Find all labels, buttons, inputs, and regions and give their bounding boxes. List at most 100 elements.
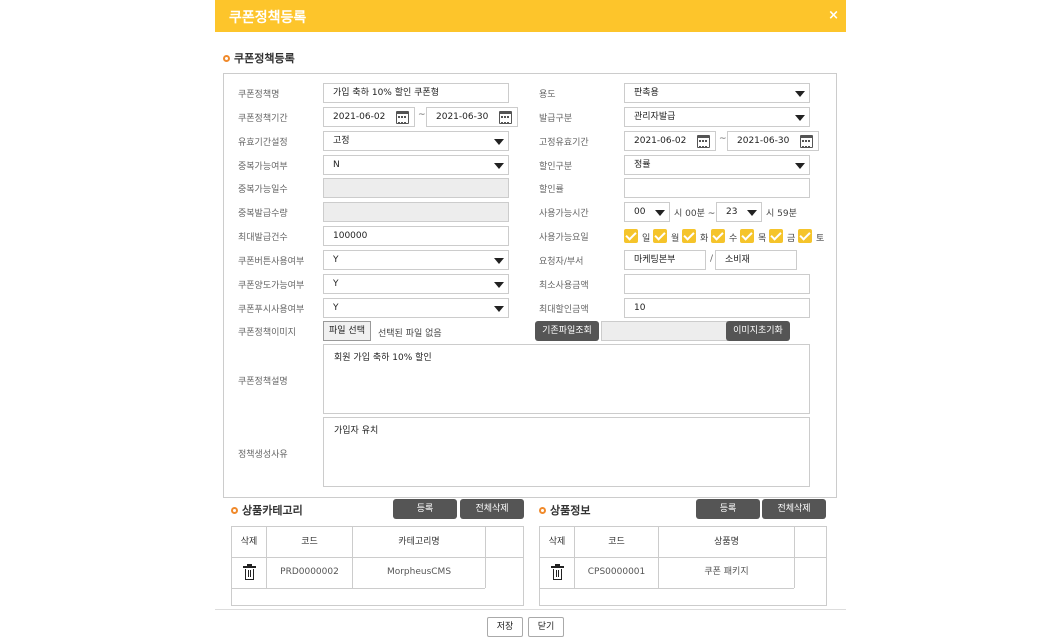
section-title-text: 쿠폰정책등록 — [234, 52, 295, 65]
close-button[interactable]: 닫기 — [528, 617, 564, 637]
time-from-suffix: 시 00분 ~ — [674, 209, 716, 219]
reason-textarea[interactable]: 가입자 유치 — [323, 417, 810, 487]
btn-use-select[interactable]: Y — [323, 250, 509, 270]
max-discount-input[interactable]: 10 — [624, 298, 810, 318]
label-dup-days: 중복가능일수 — [238, 185, 288, 195]
bullet-icon — [539, 507, 546, 514]
name-input[interactable]: 가입 축하 10% 할인 쿠폰형 — [323, 83, 509, 103]
product-section-title: 상품정보 — [539, 502, 590, 518]
label-min-amount: 최소사용금액 — [539, 281, 589, 291]
calendar-icon[interactable] — [499, 111, 512, 124]
category-row-name: MorpheusCMS — [386, 567, 452, 577]
grid-divider — [485, 527, 486, 588]
requester-name-input[interactable]: 소비재 — [715, 250, 797, 270]
day-checkbox-sun[interactable] — [624, 229, 638, 243]
grid-divider — [232, 588, 485, 589]
save-button[interactable]: 저장 — [487, 617, 523, 637]
discount-type-select[interactable]: 정률 — [624, 155, 810, 175]
label-max-issue: 최대발급건수 — [238, 233, 288, 243]
category-register-button[interactable]: 등록 — [393, 499, 457, 519]
file-select-button[interactable]: 파일 선택 — [323, 321, 371, 341]
period-end-value: 2021-06-30 — [436, 112, 489, 122]
label-btn-use: 쿠폰버튼사용여부 — [238, 257, 305, 267]
label-push: 쿠폰푸시사용여부 — [238, 305, 305, 315]
grid-divider — [540, 588, 794, 589]
calendar-icon[interactable] — [396, 111, 409, 124]
day-label-sat: 토 — [816, 234, 825, 244]
period-start-input[interactable]: 2021-06-02 — [323, 107, 415, 127]
label-time: 사용가능시간 — [539, 209, 589, 219]
file-status: 선택된 파일 없음 — [378, 329, 442, 339]
label-issue-type: 발급구분 — [539, 114, 573, 124]
day-checkbox-fri[interactable] — [769, 229, 783, 243]
footer-divider — [215, 609, 846, 610]
image-path-input — [601, 321, 728, 341]
time-to-select[interactable]: 23 — [716, 202, 762, 222]
dialog-title: 쿠폰정책등록 — [229, 10, 307, 26]
day-label-fri: 금 — [787, 234, 796, 244]
fixed-tilde: ~ — [719, 134, 727, 144]
push-select[interactable]: Y — [323, 298, 509, 318]
dialog-titlebar: 쿠폰정책등록 × — [215, 0, 846, 32]
calendar-icon[interactable] — [800, 135, 813, 148]
grid-header-delete: 삭제 — [548, 537, 566, 547]
category-grid: 삭제 코드 카테고리명 PRD0000002 MorpheusCMS — [231, 526, 524, 606]
form-box: 쿠폰정책명 쿠폰정책기간 유효기간설정 중복가능여부 중복가능일수 중복발급수량… — [223, 73, 837, 498]
description-textarea[interactable]: 회원 가입 축하 10% 할인 — [323, 344, 810, 414]
category-delete-all-button[interactable]: 전체삭제 — [460, 499, 524, 519]
period-end-input[interactable]: 2021-06-30 — [426, 107, 518, 127]
day-checkbox-wed[interactable] — [711, 229, 725, 243]
close-icon[interactable]: × — [828, 8, 839, 23]
category-title-text: 상품카테고리 — [242, 504, 303, 517]
issue-type-select[interactable]: 관리자발급 — [624, 107, 810, 127]
bullet-icon — [223, 55, 230, 62]
requester-sep: / — [710, 254, 714, 264]
product-delete-all-button[interactable]: 전체삭제 — [762, 499, 826, 519]
reset-image-button[interactable]: 이미지초기화 — [726, 321, 790, 341]
label-name: 쿠폰정책명 — [238, 90, 280, 100]
product-row-name: 쿠폰 패키지 — [704, 567, 749, 577]
product-register-button[interactable]: 등록 — [696, 499, 760, 519]
usage-select[interactable]: 판촉용 — [624, 83, 810, 103]
day-checkbox-tue[interactable] — [682, 229, 696, 243]
dup-select[interactable]: N — [323, 155, 509, 175]
fixed-start-value: 2021-06-02 — [634, 136, 687, 146]
time-from-select[interactable]: 00 — [624, 202, 670, 222]
period-tilde: ~ — [418, 110, 426, 120]
grid-header-code: 코드 — [301, 537, 318, 547]
calendar-icon[interactable] — [697, 135, 710, 148]
day-checkbox-sat[interactable] — [798, 229, 812, 243]
discount-rate-input[interactable] — [624, 178, 810, 198]
transfer-select[interactable]: Y — [323, 274, 509, 294]
day-label-wed: 수 — [729, 234, 738, 244]
label-max-discount: 최대할인금액 — [539, 305, 589, 315]
label-discount-rate: 할인률 — [539, 185, 564, 195]
product-row-code: CPS0000001 — [587, 567, 646, 577]
label-desc: 쿠폰정책설명 — [238, 377, 288, 387]
product-grid: 삭제 코드 상품명 CPS0000001 쿠폰 패키지 — [539, 526, 827, 606]
label-discount-type: 할인구분 — [539, 162, 573, 172]
min-amount-input[interactable] — [624, 274, 810, 294]
label-dup-qty: 중복발급수량 — [238, 209, 288, 219]
trash-icon[interactable] — [243, 564, 256, 580]
day-label-tue: 화 — [700, 234, 709, 244]
label-reason: 정책생성사유 — [238, 450, 288, 460]
fixed-end-input[interactable]: 2021-06-30 — [727, 131, 819, 151]
label-fixed-period: 고정유효기간 — [539, 138, 589, 148]
section-title: 쿠폰정책등록 — [223, 50, 295, 66]
product-title-text: 상품정보 — [550, 504, 591, 517]
time-to-suffix: 시 59분 — [766, 209, 797, 219]
category-row-code: PRD0000002 — [280, 567, 339, 577]
grid-divider — [794, 527, 795, 588]
validity-select[interactable]: 고정 — [323, 131, 509, 151]
existing-file-button[interactable]: 기존파일조회 — [535, 321, 599, 341]
day-checkbox-thu[interactable] — [740, 229, 754, 243]
day-checkbox-mon[interactable] — [653, 229, 667, 243]
day-label-mon: 월 — [671, 234, 680, 244]
dup-qty-input — [323, 202, 509, 222]
trash-icon[interactable] — [551, 564, 564, 580]
fixed-start-input[interactable]: 2021-06-02 — [624, 131, 716, 151]
grid-header-code: 코드 — [608, 537, 625, 547]
max-issue-input[interactable]: 100000 — [323, 226, 509, 246]
requester-dept-input[interactable]: 마케팅본부 — [624, 250, 706, 270]
